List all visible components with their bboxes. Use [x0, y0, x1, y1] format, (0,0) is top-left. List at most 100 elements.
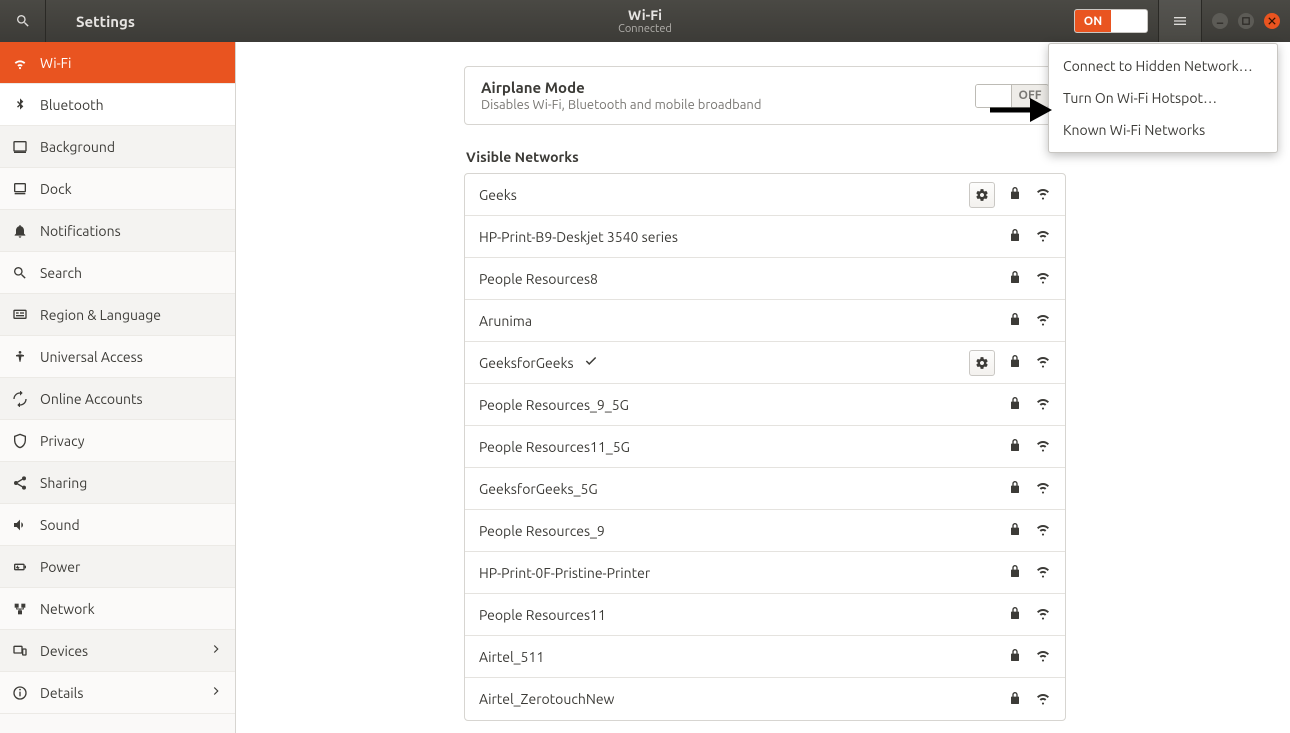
network-row[interactable]: Airtel_511	[465, 636, 1065, 678]
network-row[interactable]: Geeks	[465, 174, 1065, 216]
wifi-icon	[12, 55, 28, 71]
menu-known-networks[interactable]: Known Wi-Fi Networks	[1049, 114, 1277, 146]
network-name: People Resources11	[479, 607, 606, 623]
sidebar-item-sharing[interactable]: Sharing	[0, 462, 235, 504]
wifi-signal-icon	[1035, 269, 1051, 288]
sidebar-item-power[interactable]: Power	[0, 546, 235, 588]
chevron-right-icon	[209, 642, 223, 659]
page-subtitle: Connected	[618, 23, 672, 35]
toggle-on-label: ON	[1075, 10, 1111, 32]
privacy-icon	[12, 433, 28, 449]
sidebar-item-label: Dock	[40, 181, 72, 197]
menu-connect-hidden[interactable]: Connect to Hidden Network…	[1049, 50, 1277, 82]
annotation-arrow	[990, 96, 1054, 128]
network-row[interactable]: People Resources8	[465, 258, 1065, 300]
sidebar-item-label: Bluetooth	[40, 97, 104, 113]
header-center-title: Wi-Fi Connected	[618, 7, 672, 35]
lock-icon	[1007, 269, 1023, 288]
network-name: GeeksforGeeks_5G	[479, 481, 598, 497]
sound-icon	[12, 517, 28, 533]
airplane-subtitle: Disables Wi-Fi, Bluetooth and mobile bro…	[481, 98, 761, 112]
network-name: HP-Print-0F-Pristine-Printer	[479, 565, 650, 581]
network-row[interactable]: Airtel_ZerotouchNew	[465, 678, 1065, 720]
sidebar-item-search[interactable]: Search	[0, 252, 235, 294]
sidebar-item-label: Background	[40, 139, 115, 155]
wifi-signal-icon	[1035, 647, 1051, 666]
sidebar-item-label: Power	[40, 559, 80, 575]
sidebar-item-label: Devices	[40, 643, 88, 659]
wifi-dropdown-menu: Connect to Hidden Network… Turn On Wi-Fi…	[1048, 43, 1278, 153]
visible-networks-label: Visible Networks	[466, 149, 1066, 165]
sidebar-item-sound[interactable]: Sound	[0, 504, 235, 546]
header-bar: Settings Wi-Fi Connected ON	[0, 0, 1290, 42]
sidebar-item-region-language[interactable]: Region & Language	[0, 294, 235, 336]
window-maximize-button[interactable]	[1238, 13, 1254, 29]
app-title: Settings	[46, 13, 135, 30]
wifi-signal-icon	[1035, 185, 1051, 204]
notifications-icon	[12, 223, 28, 239]
sidebar-item-label: Universal Access	[40, 349, 143, 365]
region-icon	[12, 307, 28, 323]
sidebar-item-dock[interactable]: Dock	[0, 168, 235, 210]
sidebar-item-label: Sharing	[40, 475, 87, 491]
network-name: Geeks	[479, 187, 517, 203]
background-icon	[12, 139, 28, 155]
page-title: Wi-Fi	[618, 7, 672, 23]
sidebar-item-label: Online Accounts	[40, 391, 143, 407]
sidebar-item-label: Search	[40, 265, 82, 281]
devices-icon	[12, 643, 28, 659]
bluetooth-icon	[12, 97, 28, 113]
sidebar-item-privacy[interactable]: Privacy	[0, 420, 235, 462]
network-name: GeeksforGeeks	[479, 355, 574, 371]
sidebar-item-label: Wi-Fi	[40, 55, 71, 71]
header-search-button[interactable]	[0, 0, 46, 42]
wifi-signal-icon	[1035, 437, 1051, 456]
network-name: Airtel_ZerotouchNew	[479, 691, 614, 707]
network-settings-button[interactable]	[969, 350, 995, 376]
sidebar-item-online-accounts[interactable]: Online Accounts	[0, 378, 235, 420]
sidebar-item-background[interactable]: Background	[0, 126, 235, 168]
wifi-signal-icon	[1035, 353, 1051, 372]
network-row[interactable]: People Resources_9_5G	[465, 384, 1065, 426]
network-row[interactable]: GeeksforGeeks_5G	[465, 468, 1065, 510]
sidebar-item-bluetooth[interactable]: Bluetooth	[0, 84, 235, 126]
window-minimize-button[interactable]	[1212, 13, 1228, 29]
network-row[interactable]: People Resources11_5G	[465, 426, 1065, 468]
network-name: People Resources11_5G	[479, 439, 630, 455]
toggle-slider	[1111, 10, 1147, 32]
window-close-button[interactable]	[1264, 13, 1280, 29]
network-row[interactable]: GeeksforGeeks	[465, 342, 1065, 384]
lock-icon	[1007, 563, 1023, 582]
sidebar-item-notifications[interactable]: Notifications	[0, 210, 235, 252]
airplane-mode-card: Airplane Mode Disables Wi-Fi, Bluetooth …	[464, 66, 1066, 125]
lock-icon	[1007, 227, 1023, 246]
sidebar-item-universal-access[interactable]: Universal Access	[0, 336, 235, 378]
network-settings-button[interactable]	[969, 182, 995, 208]
network-name: Airtel_511	[479, 649, 544, 665]
network-row[interactable]: HP-Print-0F-Pristine-Printer	[465, 552, 1065, 594]
network-row[interactable]: People Resources11	[465, 594, 1065, 636]
details-icon	[12, 685, 28, 701]
network-row[interactable]: People Resources_9	[465, 510, 1065, 552]
sidebar-item-label: Region & Language	[40, 307, 161, 323]
menu-turn-on-hotspot[interactable]: Turn On Wi-Fi Hotspot…	[1049, 82, 1277, 114]
sidebar-item-wi-fi[interactable]: Wi-Fi	[0, 42, 235, 84]
lock-icon	[1007, 311, 1023, 330]
wifi-signal-icon	[1035, 563, 1051, 582]
sidebar-item-details[interactable]: Details	[0, 672, 235, 714]
lock-icon	[1007, 395, 1023, 414]
sidebar-item-devices[interactable]: Devices	[0, 630, 235, 672]
network-icon	[12, 601, 28, 617]
dock-icon	[12, 181, 28, 197]
wifi-signal-icon	[1035, 690, 1051, 709]
search-icon	[12, 265, 28, 281]
network-row[interactable]: HP-Print-B9-Deskjet 3540 series	[465, 216, 1065, 258]
wifi-master-toggle[interactable]: ON	[1074, 9, 1148, 33]
lock-icon	[1007, 521, 1023, 540]
wifi-signal-icon	[1035, 521, 1051, 540]
network-row[interactable]: Arunima	[465, 300, 1065, 342]
hamburger-menu-button[interactable]	[1158, 0, 1202, 42]
lock-icon	[1007, 479, 1023, 498]
lock-icon	[1007, 605, 1023, 624]
sidebar-item-network[interactable]: Network	[0, 588, 235, 630]
